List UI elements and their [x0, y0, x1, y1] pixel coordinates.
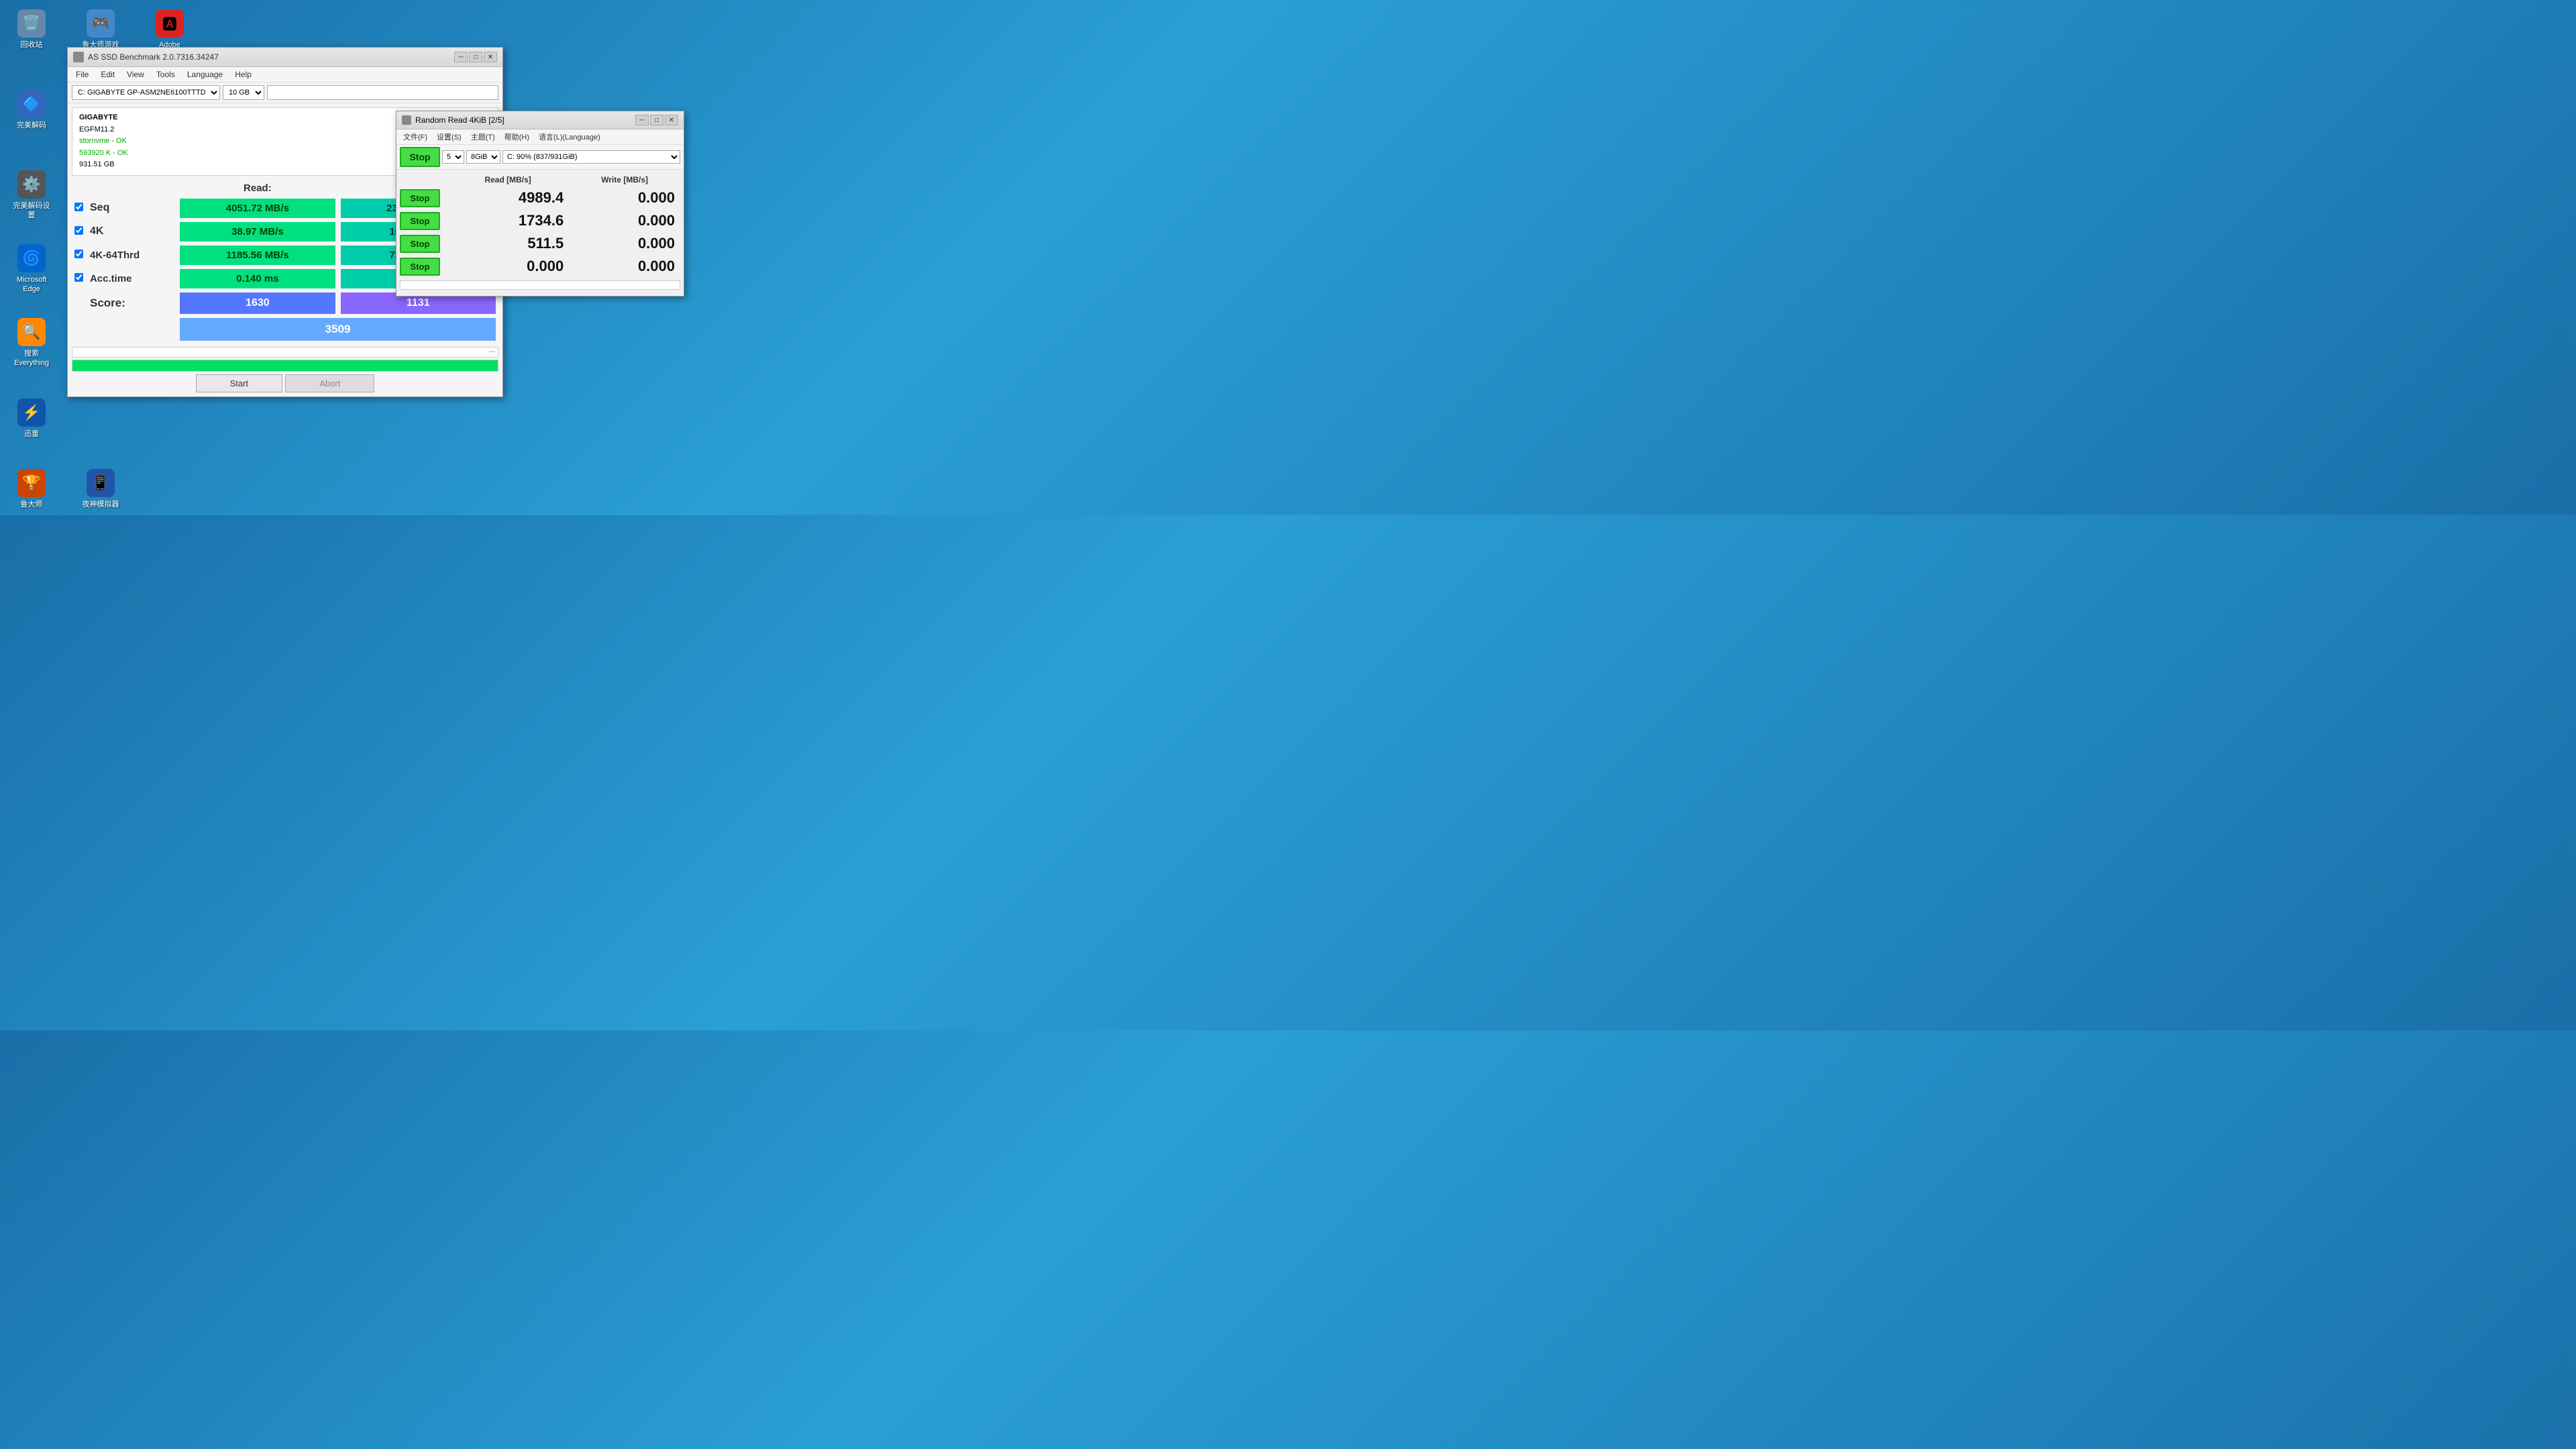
rnd-read-3: 511.5 — [447, 232, 569, 255]
stop-button-4[interactable]: Stop — [400, 258, 440, 276]
desktop-icon-search[interactable]: 🔍 搜索Everything — [8, 315, 55, 371]
acc-label: Acc.time — [86, 267, 177, 290]
rnd-write-3: 0.000 — [569, 232, 680, 255]
stop-button-2[interactable]: Stop — [400, 212, 440, 230]
drive-driver: stornvme - OK — [79, 136, 128, 148]
desktop-icon-xunlei[interactable]: ⚡ 迅雷 — [8, 396, 55, 441]
random-drive-select[interactable]: C: 90% (837/931GiB) — [502, 150, 680, 164]
score-total: 3509 — [180, 318, 496, 341]
size-select[interactable]: 10 GB — [223, 85, 264, 100]
benchmark-title: AS SSD Benchmark 2.0.7316.34247 — [88, 52, 219, 62]
rnd-menu-file[interactable]: 文件(F) — [399, 131, 431, 143]
desktop-icon-decode[interactable]: 🔷 完美解码 — [8, 87, 55, 133]
drive-firmware: EGFM11.2 — [79, 124, 128, 136]
menu-help[interactable]: Help — [229, 68, 257, 80]
random-table: Read [MB/s] Write [MB/s] Stop 4989.4 0.0… — [400, 173, 680, 278]
rnd-read-1: 4989.4 — [447, 186, 569, 209]
rnd-row-3: Stop 511.5 0.000 — [400, 232, 680, 255]
rnd-menu-settings[interactable]: 设置(S) — [433, 131, 466, 143]
random-win-controls: ─ □ ✕ — [635, 115, 678, 125]
rnd-write-2: 0.000 — [569, 209, 680, 232]
random-window: Random Read 4KiB [2/5] ─ □ ✕ 文件(F) 设置(S)… — [396, 111, 684, 297]
menu-edit[interactable]: Edit — [95, 68, 120, 80]
benchmark-menubar: File Edit View Tools Language Help — [68, 67, 502, 83]
4k-read: 38.97 MB/s — [180, 222, 335, 241]
progress-info: ··· — [72, 347, 498, 358]
rnd-menu-theme[interactable]: 主题(T) — [467, 131, 499, 143]
rnd-row-4: Stop 0.000 0.000 — [400, 255, 680, 278]
maximize-button[interactable]: □ — [469, 52, 482, 62]
random-close-button[interactable]: ✕ — [665, 115, 678, 125]
acc-read: 0.140 ms — [180, 269, 335, 288]
block-size-select[interactable]: 8GiB — [466, 150, 500, 164]
desktop-icon-ludashi[interactable]: 🏆 鲁大师 — [8, 466, 55, 512]
score-read: 1630 — [180, 292, 335, 314]
progress-text: ··· — [488, 348, 495, 356]
abort-button[interactable]: Abort — [285, 374, 374, 392]
drive-size: 931.51 GB — [79, 159, 128, 171]
drive-buffer: 593920 K - OK — [79, 148, 128, 160]
menu-tools[interactable]: Tools — [151, 68, 180, 80]
random-title: Random Read 4KiB [2/5] — [415, 115, 504, 125]
progress-bar-wrap — [72, 360, 498, 372]
desktop-icon-recycle[interactable]: 🗑️ 回收站 — [8, 7, 55, 52]
rnd-read-2: 1734.6 — [447, 209, 569, 232]
rnd-menu-help[interactable]: 帮助(H) — [500, 131, 533, 143]
menu-language[interactable]: Language — [182, 68, 228, 80]
random-icon — [402, 115, 411, 125]
queue-select[interactable]: 5 — [442, 150, 464, 164]
desktop-icon-yashen[interactable]: 📱 夜神模拟器 — [77, 466, 124, 512]
win-controls: ─ □ ✕ — [454, 52, 497, 62]
4k-label: 4K — [86, 220, 177, 244]
rnd-write-1: 0.000 — [569, 186, 680, 209]
acc-checkbox[interactable] — [74, 273, 83, 282]
start-button[interactable]: Start — [196, 374, 282, 392]
benchmark-buttons: Start Abort — [72, 374, 498, 392]
benchmark-titlebar: AS SSD Benchmark 2.0.7316.34247 ─ □ ✕ — [68, 48, 502, 67]
seq-read: 4051.72 MB/s — [180, 199, 335, 218]
menu-file[interactable]: File — [70, 68, 94, 80]
rnd-menu-language[interactable]: 语言(L)(Language) — [535, 131, 604, 143]
rnd-col-write: Write [MB/s] — [569, 173, 680, 186]
stop-button-1[interactable]: Stop — [400, 189, 440, 207]
total-score-row: 3509 — [72, 316, 498, 343]
benchmark-toolbar: C: GIGABYTE GP-ASM2NE6100TTTD 10 GB — [68, 83, 502, 103]
4k64t-read: 1185.56 MB/s — [180, 246, 335, 265]
4k-checkbox[interactable] — [74, 226, 83, 235]
rnd-write-4: 0.000 — [569, 255, 680, 278]
random-minimize-button[interactable]: ─ — [635, 115, 649, 125]
desktop-icon-adobe[interactable]: 🅰 Adobe — [146, 7, 193, 52]
main-stop-button[interactable]: Stop — [400, 147, 440, 167]
benchmark-input[interactable] — [267, 85, 498, 100]
rnd-row-1: Stop 4989.4 0.000 — [400, 186, 680, 209]
minimize-button[interactable]: ─ — [454, 52, 468, 62]
desktop-icon-edge[interactable]: 🌀 Microsoft Edge — [8, 241, 55, 297]
rnd-col-read: Read [MB/s] — [447, 173, 569, 186]
drive-select[interactable]: C: GIGABYTE GP-ASM2NE6100TTTD — [72, 85, 220, 100]
menu-view[interactable]: View — [121, 68, 150, 80]
4k64t-label: 4K-64Thrd — [86, 244, 177, 267]
desktop-icon-decode-settings[interactable]: ⚙️ 完美解码设置 — [8, 168, 55, 223]
4k64t-checkbox[interactable] — [74, 250, 83, 258]
seq-label: Seq — [86, 197, 177, 220]
stop-button-3[interactable]: Stop — [400, 235, 440, 253]
seq-checkbox[interactable] — [74, 203, 83, 211]
progress-area: ··· — [72, 347, 498, 372]
random-toolbar: Stop 5 8GiB C: 90% (837/931GiB) — [396, 145, 684, 170]
score-label: Score: — [86, 290, 177, 316]
rnd-row-2: Stop 1734.6 0.000 — [400, 209, 680, 232]
progress-bar-fill — [72, 360, 498, 371]
random-content: Read [MB/s] Write [MB/s] Stop 4989.4 0.0… — [396, 170, 684, 296]
benchmark-icon — [73, 52, 84, 62]
rnd-read-4: 0.000 — [447, 255, 569, 278]
drive-model: GIGABYTE — [79, 112, 128, 124]
col-read-header: Read: — [177, 180, 337, 197]
random-maximize-button[interactable]: □ — [650, 115, 663, 125]
close-button[interactable]: ✕ — [484, 52, 497, 62]
random-titlebar: Random Read 4KiB [2/5] ─ □ ✕ — [396, 111, 684, 129]
random-menubar: 文件(F) 设置(S) 主题(T) 帮助(H) 语言(L)(Language) — [396, 129, 684, 145]
random-progress-bar — [400, 280, 680, 290]
